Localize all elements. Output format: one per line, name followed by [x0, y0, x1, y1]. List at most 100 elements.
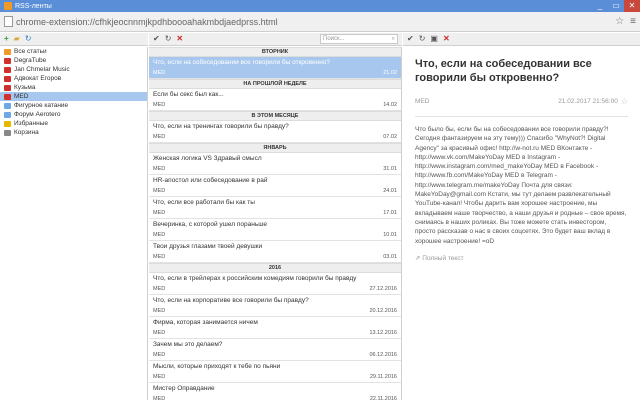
feed-item[interactable]: Избранные	[0, 119, 147, 128]
full-text-link[interactable]: ⇗ Полный текст	[415, 254, 628, 262]
youtube-icon	[4, 84, 11, 91]
feed-label: Адвокат Егоров	[14, 75, 62, 82]
mark-read-article-icon[interactable]: ✔	[407, 34, 414, 44]
items-toolbar: ✔ ↻ ✕ Поиск... ⌕	[149, 33, 402, 46]
article-panel: Что, если на собеседовании все говорили …	[403, 47, 640, 400]
item-date: 27.12.2016	[369, 286, 397, 292]
group-header: ЯНВАРЬ	[149, 143, 401, 153]
feed-label: Jan Chmelar Music	[14, 66, 70, 73]
item-source: MED	[153, 396, 166, 400]
feed-label: DegraTube	[14, 57, 47, 64]
article-title[interactable]: Что, если на собеседовании все говорили …	[415, 57, 628, 85]
delete-icon[interactable]: ✕	[176, 34, 183, 44]
star-icon	[4, 120, 11, 127]
page-icon	[4, 16, 13, 27]
save-icon[interactable]: ▣	[430, 34, 438, 44]
youtube-icon	[4, 66, 11, 73]
item-title: Вечеринка, с которой ушел пораньше	[153, 221, 268, 228]
youtube-icon	[4, 75, 11, 82]
feed-label: Форум Aerotero	[14, 111, 61, 118]
feed-label: Фигурное катание	[14, 102, 69, 109]
list-item[interactable]: Мистер Оправдание MED 22.11.2016	[149, 383, 401, 400]
list-item[interactable]: Что, если на собеседовании все говорили …	[149, 57, 401, 79]
list-item[interactable]: Фирма, которая занимается ничем MED 13.12.…	[149, 317, 401, 339]
list-item[interactable]: Твои друзья глазами твоей девушки MED 03.0…	[149, 241, 401, 263]
item-date: 20.12.2016	[369, 308, 397, 314]
list-item[interactable]: Что, если на тренингах говорили бы правд…	[149, 121, 401, 143]
item-date: 17.01	[383, 210, 397, 216]
add-folder-icon[interactable]: ▰	[14, 34, 20, 44]
item-title: Что, если в трейлерах к российским комед…	[153, 275, 357, 282]
items-panel: ВТОРНИК Что, если на собеседовании все го…	[149, 47, 402, 400]
item-date: 07.02	[383, 134, 397, 140]
search-input[interactable]: Поиск... ⌕	[320, 34, 398, 44]
feed-label: Корзина	[14, 129, 39, 136]
item-source: MED	[153, 210, 166, 216]
refresh-icon[interactable]: ↻	[25, 34, 32, 44]
feed-item[interactable]: Фигурное катание	[0, 101, 147, 110]
item-title: Зачем мы это делаем?	[153, 341, 223, 348]
window-tab[interactable]: RSS-ленты	[0, 0, 56, 12]
feed-item[interactable]: Корзина	[0, 128, 147, 137]
group-header: В ЭТОМ МЕСЯЦЕ	[149, 111, 401, 121]
feed-item[interactable]: Адвокат Егоров	[0, 74, 147, 83]
list-item[interactable]: Что, если все работали бы как ты MED 17.01	[149, 197, 401, 219]
item-date: 03.01	[383, 254, 397, 260]
item-source: MED	[153, 102, 166, 108]
url-field[interactable]: chrome-extension://cfhkjeocnnmjkpdhboooa…	[16, 17, 278, 27]
list-item[interactable]: Женская логика VS Здравый смысл MED 31.01	[149, 153, 401, 175]
list-item[interactable]: Что, если на корпоративе все говорили бы…	[149, 295, 401, 317]
item-date: 29.11.2016	[369, 374, 397, 380]
list-item[interactable]: Если бы секс был как... MED 14.02	[149, 89, 401, 111]
feed-item[interactable]: Все статьи	[0, 47, 147, 56]
feed-label: MED	[14, 93, 29, 100]
add-feed-icon[interactable]: +	[4, 34, 9, 44]
item-source: MED	[153, 166, 166, 172]
close-button[interactable]: ✕	[624, 0, 640, 12]
menu-icon[interactable]: ≡	[630, 16, 636, 27]
list-item[interactable]: Вечеринка, с которой ушел пораньше MED 10.…	[149, 219, 401, 241]
list-item[interactable]: Зачем мы это делаем? MED 06.12.2016	[149, 339, 401, 361]
group-header: НА ПРОШЛОЙ НЕДЕЛЕ	[149, 79, 401, 89]
list-item[interactable]: Что, если в трейлерах к российским комед…	[149, 273, 401, 295]
maximize-button[interactable]: ▭	[608, 0, 624, 12]
item-date: 13.12.2016	[369, 330, 397, 336]
bookmark-star-icon[interactable]: ☆	[615, 16, 624, 27]
item-source: MED	[153, 134, 166, 140]
item-source: MED	[153, 308, 166, 314]
item-date: 22.11.2016	[369, 396, 397, 400]
feed-label: Избранные	[14, 120, 48, 127]
item-title: Твои друзья глазами твоей девушки	[153, 243, 263, 250]
article-body: Что было бы, если бы на собеседовании вс…	[415, 126, 627, 245]
feed-item[interactable]: Кузьма	[0, 83, 147, 92]
item-source: MED	[153, 330, 166, 336]
search-placeholder: Поиск...	[323, 36, 345, 42]
feed-item[interactable]: Jan Chmelar Music	[0, 65, 147, 74]
article-date: 21.02.2017 21:56:00	[558, 98, 618, 105]
item-title: HR-апостол или собеседование в рай	[153, 177, 268, 184]
feed-item[interactable]: DegraTube	[0, 56, 147, 65]
feed-item[interactable]: Форум Aerotero	[0, 110, 147, 119]
refresh-article-icon[interactable]: ↻	[419, 34, 426, 44]
trash-icon	[4, 129, 11, 136]
article-meta: MED 21.02.2017 21:56:00 ☆	[415, 97, 628, 106]
mark-read-icon[interactable]: ✔	[153, 34, 160, 44]
delete-article-icon[interactable]: ✕	[443, 34, 450, 44]
item-title: Что, если на собеседовании все говорили …	[153, 59, 331, 66]
window-controls: _ ▭ ✕	[592, 0, 640, 12]
refresh-items-icon[interactable]: ↻	[165, 34, 172, 44]
item-title: Женская логика VS Здравый смысл	[153, 155, 262, 162]
item-source: MED	[153, 352, 166, 358]
minimize-button[interactable]: _	[592, 0, 608, 12]
full-text-label: Полный текст	[422, 254, 464, 262]
youtube-icon	[4, 93, 11, 100]
item-title: Что, если на корпоративе все говорили бы…	[153, 297, 309, 304]
feed-item[interactable]: MED	[0, 92, 147, 101]
favorite-star-icon[interactable]: ☆	[621, 97, 628, 106]
article-source: MED	[415, 98, 430, 105]
rss-icon	[4, 2, 12, 10]
item-source: MED	[153, 374, 166, 380]
list-item[interactable]: HR-апостол или собеседование в рай MED 24.…	[149, 175, 401, 197]
address-bar: chrome-extension://cfhkjeocnnmjkpdhboooa…	[0, 12, 640, 32]
list-item[interactable]: Мысли, которые приходят к тебе по пьяни M…	[149, 361, 401, 383]
